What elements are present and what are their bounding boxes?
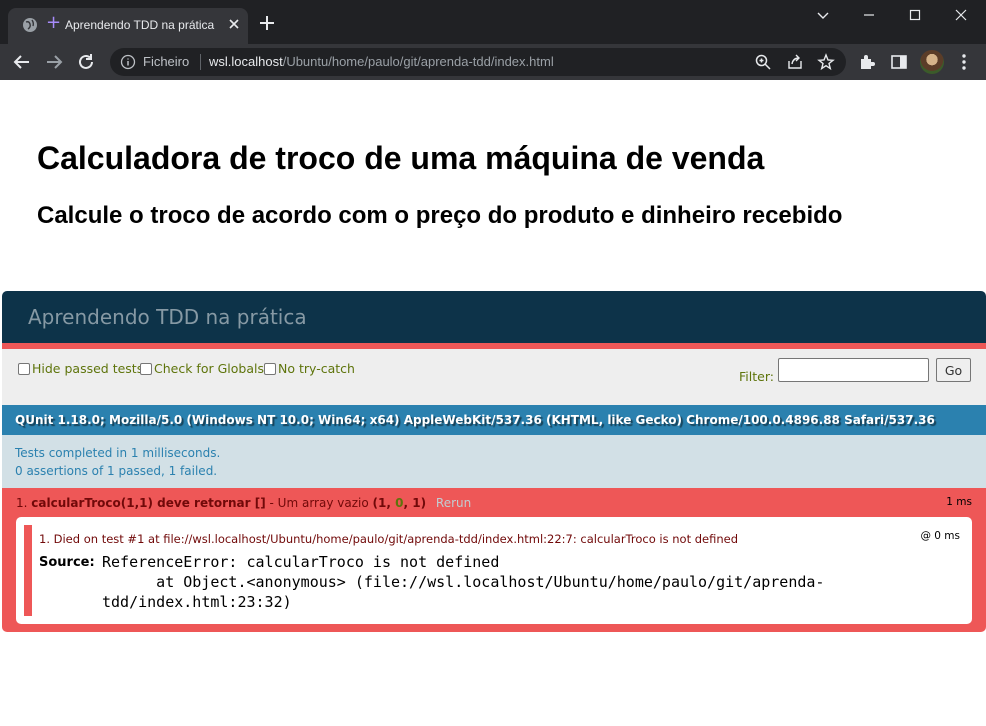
maximize-button[interactable] bbox=[892, 0, 938, 30]
hide-passed-label: Hide passed tests bbox=[32, 361, 144, 376]
assertion-time: @ 0 ms bbox=[920, 530, 960, 542]
new-tab-icon[interactable] bbox=[258, 14, 276, 32]
minimize-button[interactable] bbox=[846, 0, 892, 30]
page-title: Calculadora de troco de uma máquina de v… bbox=[37, 140, 765, 176]
forward-icon[interactable] bbox=[43, 51, 65, 73]
chevron-down-icon bbox=[817, 12, 829, 19]
source-label: Source: bbox=[39, 555, 95, 570]
profile-avatar[interactable] bbox=[920, 50, 944, 74]
tab-search-button[interactable] bbox=[800, 0, 846, 30]
no-try-catch-checkbox[interactable]: No try-catch bbox=[264, 361, 355, 376]
address-bar[interactable]: Ficheiro wsl.localhost/Ubuntu/home/paulo… bbox=[110, 48, 846, 76]
qunit-report: Aprendendo TDD na prática Hide passed te… bbox=[2, 291, 986, 632]
address-separator bbox=[200, 54, 201, 70]
maximize-icon bbox=[909, 9, 921, 21]
address-path: /Ubuntu/home/paulo/git/aprenda-tdd/index… bbox=[282, 54, 554, 69]
rerun-link[interactable]: Rerun bbox=[436, 496, 471, 510]
test-index: 1. bbox=[16, 496, 28, 510]
assertion-item: 1. Died on test #1 at file://wsl.localho… bbox=[16, 517, 972, 624]
no-try-catch-label: No try-catch bbox=[278, 361, 355, 376]
checkbox-box[interactable] bbox=[18, 362, 30, 375]
result-summary: 0 assertions of 1 passed, 1 failed. bbox=[15, 464, 218, 478]
page-subtitle: Calcule o troco de acordo com o preço do… bbox=[37, 202, 843, 229]
test-name-suffix[interactable]: - Um array vazio bbox=[266, 496, 369, 510]
qunit-user-agent: QUnit 1.18.0; Mozilla/5.0 (Windows NT 10… bbox=[2, 405, 986, 435]
address-scheme: Ficheiro bbox=[143, 54, 190, 69]
browser-toolbar: Ficheiro wsl.localhost/Ubuntu/home/paulo… bbox=[0, 44, 986, 80]
address-host: wsl.localhost bbox=[209, 54, 283, 69]
globe-icon bbox=[23, 18, 37, 32]
minimize-icon bbox=[864, 14, 874, 16]
close-icon[interactable] bbox=[226, 16, 242, 32]
check-globals-label: Check for Globals bbox=[154, 361, 264, 376]
test-counts: (1, 0, 1) bbox=[372, 496, 427, 510]
qunit-test-result: Tests completed in 1 milliseconds. 0 ass… bbox=[2, 435, 986, 488]
failed-count: 1 bbox=[378, 496, 387, 510]
passed-count: 0 bbox=[395, 496, 404, 510]
back-icon[interactable] bbox=[11, 51, 33, 73]
test-runtime: 1 ms bbox=[946, 496, 972, 508]
sidepanel-icon[interactable] bbox=[889, 52, 909, 72]
zoom-icon[interactable] bbox=[754, 53, 772, 71]
hide-passed-checkbox[interactable]: Hide passed tests bbox=[18, 361, 143, 376]
checkbox-box[interactable] bbox=[140, 362, 152, 375]
qunit-header[interactable]: Aprendendo TDD na prática bbox=[2, 291, 986, 343]
qunit-toolbar: Hide passed tests Check for Globals No t… bbox=[2, 349, 986, 405]
extensions-icon[interactable] bbox=[857, 52, 877, 72]
test-item[interactable]: 1. calcularTroco(1,1) deve retornar [] -… bbox=[16, 488, 972, 517]
go-button[interactable]: Go bbox=[936, 358, 971, 382]
browser-title-bar: + Aprendendo TDD na prática bbox=[0, 0, 986, 44]
fail-indicator-bar bbox=[24, 525, 32, 616]
assertion-message: 1. Died on test #1 at file://wsl.localho… bbox=[39, 532, 739, 546]
share-icon[interactable] bbox=[786, 53, 804, 71]
qunit-tests: 1. calcularTroco(1,1) deve retornar [] -… bbox=[2, 488, 986, 632]
tab-title: Aprendendo TDD na prática bbox=[65, 18, 215, 32]
check-globals-checkbox[interactable]: Check for Globals bbox=[140, 361, 264, 376]
test-name[interactable]: calcularTroco(1,1) deve retornar [] bbox=[31, 496, 265, 510]
close-window-button[interactable] bbox=[938, 0, 984, 30]
close-window-icon bbox=[955, 9, 967, 21]
star-icon[interactable] bbox=[817, 53, 835, 71]
menu-icon[interactable] bbox=[954, 52, 974, 72]
plus-icon: + bbox=[46, 12, 62, 33]
source-stack: ReferenceError: calcularTroco is not def… bbox=[102, 553, 825, 611]
browser-tab[interactable]: + Aprendendo TDD na prática bbox=[8, 8, 248, 44]
filter-label: Filter: bbox=[739, 369, 774, 384]
info-icon[interactable] bbox=[120, 54, 136, 70]
address-url[interactable]: wsl.localhost/Ubuntu/home/paulo/git/apre… bbox=[209, 54, 554, 69]
filter-input[interactable] bbox=[778, 358, 929, 382]
total-count: 1 bbox=[412, 496, 421, 510]
checkbox-box[interactable] bbox=[264, 362, 276, 375]
result-time: Tests completed in 1 milliseconds. bbox=[15, 446, 221, 460]
reload-icon[interactable] bbox=[75, 51, 97, 73]
